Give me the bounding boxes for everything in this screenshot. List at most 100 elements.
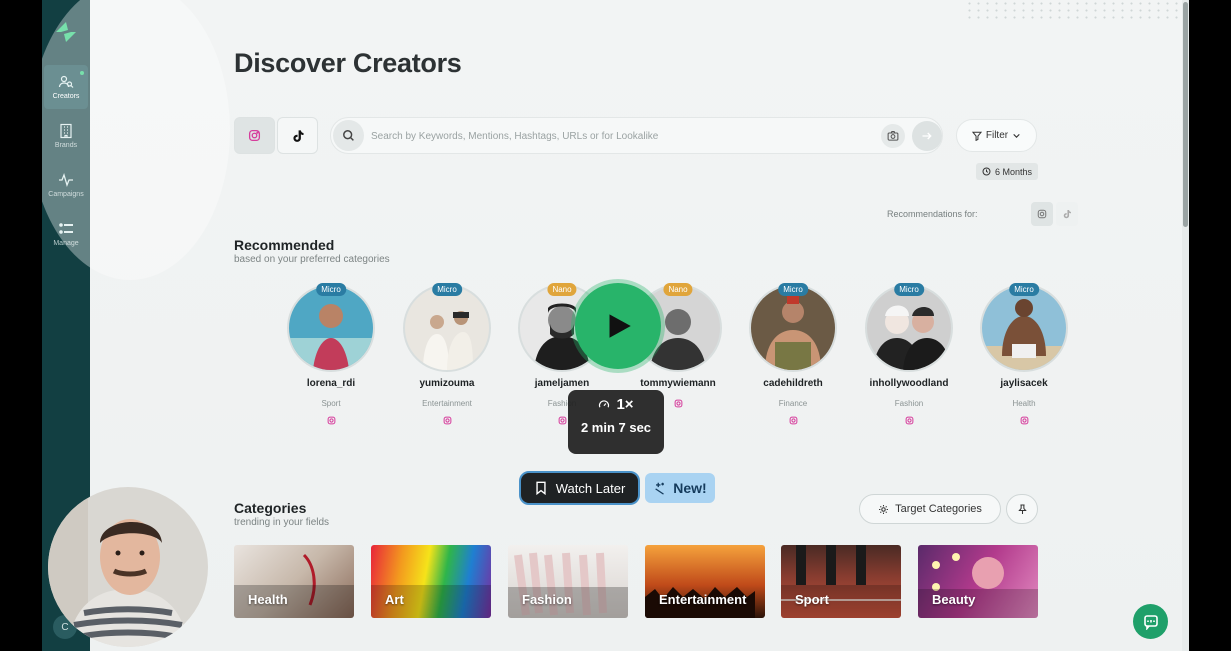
bookmark-icon [536, 481, 546, 495]
recommendations-for-label: Recommendations for: [887, 209, 978, 219]
tier-badge: Micro [1009, 283, 1039, 296]
time-range-label: 6 Months [994, 166, 1033, 177]
category-card-fashion[interactable]: Fashion [508, 545, 628, 618]
clock-icon [982, 167, 991, 176]
category-card-entertainment[interactable]: Entertainment [645, 545, 765, 618]
category-card-health[interactable]: Health [234, 545, 354, 618]
instagram-icon [1020, 416, 1028, 425]
creator-card[interactable]: Micro jaylisacek Health [969, 283, 1079, 425]
filter-button[interactable]: Filter [956, 119, 1037, 152]
instagram-icon [443, 416, 451, 425]
instagram-icon [905, 416, 913, 425]
creator-avatar [289, 286, 373, 370]
chat-support-button[interactable] [1133, 604, 1168, 639]
creator-name: yumizouma [419, 378, 475, 389]
play-icon [609, 314, 631, 338]
playback-speed: 1× [616, 396, 634, 413]
search-bar [330, 117, 943, 154]
recommendations-instagram-toggle[interactable] [1031, 202, 1053, 226]
creator-card[interactable]: Micro yumizouma Entertainment [392, 283, 502, 425]
search-icon[interactable] [333, 120, 364, 151]
creator-name: jaylisacek [1000, 378, 1048, 389]
letterbox-right [1189, 0, 1231, 651]
tier-badge: Micro [894, 283, 924, 296]
category-card-sport[interactable]: Sport [781, 545, 901, 618]
new-badge-label: New! [673, 480, 707, 496]
scrollbar-thumb[interactable] [1183, 2, 1188, 227]
creator-category: Finance [778, 399, 808, 408]
creator-avatar [982, 286, 1066, 370]
instagram-icon [558, 416, 566, 425]
playback-info-overlay[interactable]: 1× 2 min 7 sec [568, 390, 664, 454]
creator-category: Health [1012, 399, 1036, 408]
dot-pattern-decoration [965, 0, 1180, 22]
watch-later-label: Watch Later [555, 480, 626, 496]
creator-name: inhollywoodland [869, 378, 949, 389]
sparkle-icon [655, 482, 665, 495]
category-label: Beauty [932, 592, 976, 607]
creator-name: lorena_rdi [306, 378, 356, 389]
category-image [371, 585, 491, 618]
search-submit-button[interactable] [912, 121, 942, 151]
category-label: Fashion [522, 592, 572, 607]
tier-badge: Nano [547, 283, 577, 296]
creator-avatar [867, 286, 951, 370]
target-categories-button[interactable]: Target Categories [859, 494, 1001, 524]
creator-avatar [751, 286, 835, 370]
recommendations-tiktok-toggle[interactable] [1056, 202, 1078, 226]
instagram-icon [1037, 209, 1047, 219]
creator-name: tommywiemann [640, 378, 716, 389]
creator-category: Sport [321, 399, 341, 408]
instagram-platform-button[interactable] [234, 117, 275, 154]
category-card-beauty[interactable]: Beauty [918, 545, 1038, 618]
category-image [645, 587, 755, 618]
pin-button[interactable] [1006, 494, 1038, 524]
gear-icon [879, 504, 889, 514]
target-categories-label: Target Categories [895, 503, 982, 515]
play-button[interactable] [575, 283, 661, 369]
filter-label: Filter [985, 130, 1009, 141]
camera-icon[interactable] [881, 124, 905, 148]
creator-category: Fashion [894, 399, 924, 408]
recommended-title: Recommended [234, 237, 335, 253]
arrow-right-icon [922, 132, 932, 140]
search-input[interactable] [371, 127, 851, 145]
video-duration: 2 min 7 sec [580, 420, 652, 435]
creator-name: cadehildreth [763, 378, 823, 389]
tier-badge: Micro [432, 283, 462, 296]
background-decoration [42, 0, 230, 280]
creator-card[interactable]: Micro lorena_rdi Sport [276, 283, 386, 425]
tier-badge: Nano [663, 283, 693, 296]
instagram-icon [248, 129, 261, 142]
instagram-icon [674, 399, 682, 408]
creator-card[interactable]: Micro cadehildreth Finance [738, 283, 848, 425]
creator-name: jameljamen [534, 378, 590, 389]
creator-category: Entertainment [422, 399, 472, 408]
creator-card[interactable]: Micro inhollywoodland Fashion [854, 283, 964, 425]
category-label: Art [385, 592, 404, 607]
categories-title: Categories [234, 500, 307, 516]
categories-subtitle: trending in your fields [234, 517, 330, 528]
category-label: Health [248, 592, 288, 607]
tiktok-icon [1063, 209, 1071, 219]
page-title: Discover Creators [234, 48, 462, 78]
watch-later-button[interactable]: Watch Later [519, 471, 640, 505]
tier-badge: Micro [778, 283, 808, 296]
pin-icon [1017, 504, 1027, 514]
chat-icon [1143, 614, 1158, 630]
speed-gauge-icon [599, 399, 610, 407]
instagram-icon [327, 416, 335, 425]
time-range-selector[interactable]: 6 Months [976, 163, 1038, 180]
category-card-art[interactable]: Art [371, 545, 491, 618]
tiktok-platform-button[interactable] [277, 117, 318, 154]
category-image [781, 545, 901, 618]
filter-icon [971, 131, 982, 141]
tiktok-icon [292, 129, 304, 142]
chevron-down-icon [1013, 133, 1020, 138]
category-label: Entertainment [659, 592, 747, 607]
creator-avatar [405, 286, 489, 370]
category-image [918, 553, 1038, 618]
new-feature-badge[interactable]: New! [645, 473, 715, 503]
instagram-icon [789, 416, 797, 425]
category-image [508, 552, 628, 618]
